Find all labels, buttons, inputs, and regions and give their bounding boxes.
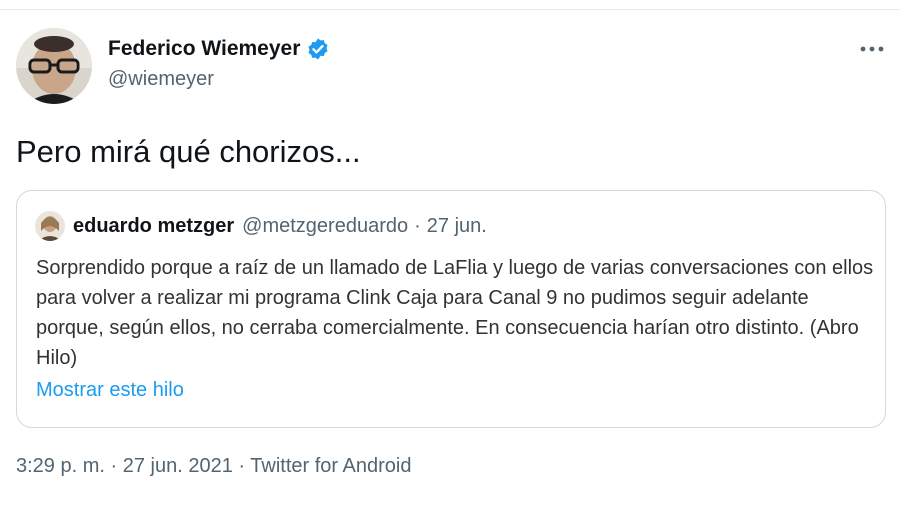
tweet-meta: 3:29 p. m. · 27 jun. 2021 · Twitter for … [16, 455, 411, 478]
quoted-tweet-header: eduardo metzger @metzgereduardo · 27 jun… [35, 211, 487, 241]
quoted-author-avatar[interactable] [35, 211, 65, 241]
author-avatar[interactable] [16, 28, 92, 104]
author-name[interactable]: Federico Wiemeyer [108, 36, 300, 62]
show-thread-link[interactable]: Mostrar este hilo [36, 379, 184, 402]
quoted-tweet-text: Sorprendido porque a raíz de un llamado … [36, 257, 874, 369]
author-block: Federico Wiemeyer @wiemeyer [108, 36, 330, 91]
quoted-tweet-card[interactable]: eduardo metzger @metzgereduardo · 27 jun… [16, 190, 886, 428]
quoted-separator: · [414, 214, 421, 237]
more-horizontal-icon[interactable] [856, 38, 888, 60]
tweet-time[interactable]: 3:29 p. m. [16, 455, 105, 477]
quoted-author-name[interactable]: eduardo metzger [73, 215, 234, 238]
quoted-date[interactable]: 27 jun. [427, 215, 487, 238]
author-handle[interactable]: @wiemeyer [108, 68, 330, 91]
top-divider [0, 0, 900, 10]
verified-badge-icon [306, 37, 330, 61]
tweet-text: Pero mirá qué chorizos... [16, 134, 361, 169]
quoted-author-handle[interactable]: @metzgereduardo [242, 215, 408, 238]
tweet-source[interactable]: Twitter for Android [250, 455, 411, 477]
tweet-date[interactable]: 27 jun. 2021 [123, 455, 233, 477]
